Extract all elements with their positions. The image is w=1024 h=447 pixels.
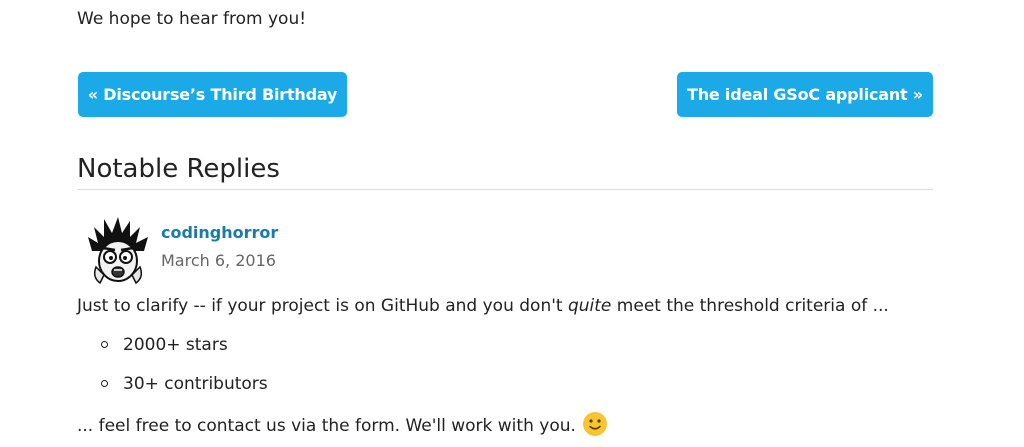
list-item-label: 2000+ stars xyxy=(123,335,228,355)
reply-text-emphasis: quite xyxy=(567,296,612,316)
reply-text-start: Just to clarify -- if your project is on… xyxy=(77,296,568,316)
section-title: Notable Replies xyxy=(77,150,933,190)
list-item: 30+ contributors xyxy=(99,372,268,411)
reply-date: March 6, 2016 xyxy=(161,251,276,270)
reply-outro-text: ... feel free to contact us via the form… xyxy=(77,416,576,436)
reply-outro: ... feel free to contact us via the form… xyxy=(77,411,608,438)
next-post-button[interactable]: The ideal GSoC applicant » xyxy=(677,72,933,117)
reply-text-end: meet the threshold criteria of ... xyxy=(611,296,889,316)
list-item-label: 30+ contributors xyxy=(123,374,268,394)
criteria-list: 2000+ stars 30+ contributors xyxy=(99,333,268,411)
previous-post-button[interactable]: « Discourse’s Third Birthday xyxy=(78,72,347,117)
reply-username[interactable]: codinghorror xyxy=(161,221,278,245)
bullet-icon xyxy=(101,341,108,348)
bullet-icon xyxy=(101,380,108,387)
reply-text: Just to clarify -- if your project is on… xyxy=(77,294,977,318)
intro-text: We hope to hear from you! xyxy=(77,9,307,29)
slightly-smiling-face-icon xyxy=(582,411,608,437)
user-avatar-icon[interactable] xyxy=(86,217,152,287)
list-item: 2000+ stars xyxy=(99,333,268,372)
